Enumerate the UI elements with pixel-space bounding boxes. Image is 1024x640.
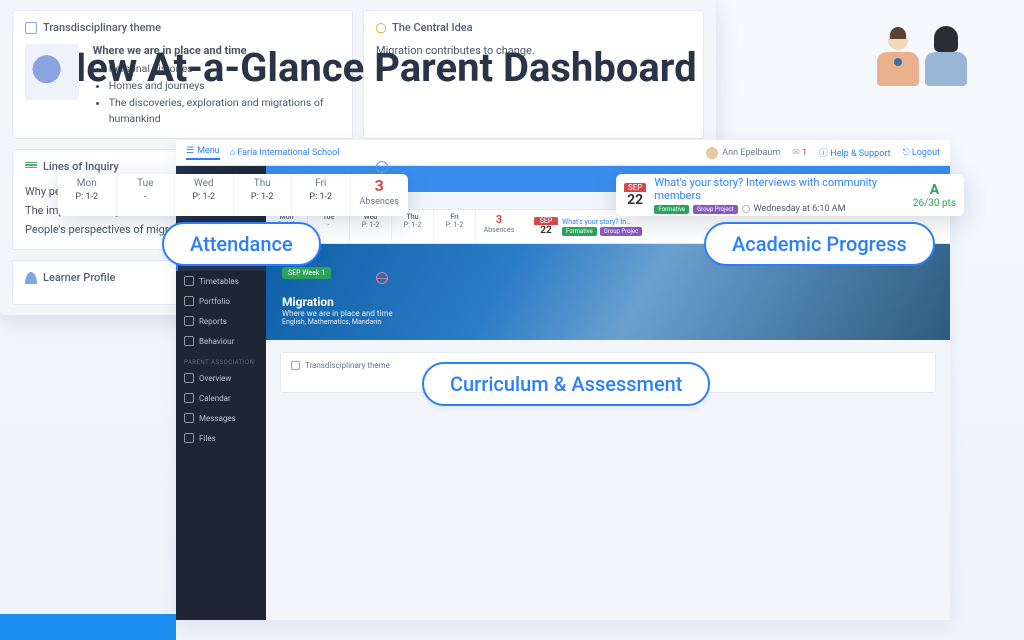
avatar-female-icon [922,30,970,92]
logout-link[interactable]: ⎋ Logout [903,148,940,158]
date-chip-icon: SEP22 [624,183,646,208]
week-badge: SEP Week 1 [282,267,331,279]
overview-icon [184,373,194,383]
assignment-when: Wednesday at 6:10 AM [754,204,846,214]
calendar-icon [184,393,194,403]
att-wed: WedP: 1-2 [175,174,234,216]
avatar-male-icon [874,30,922,92]
att-tue: Tue- [117,174,176,216]
date-chip-icon: SEP22 [534,217,558,236]
folder-icon [184,296,194,306]
sidebar-item-files[interactable]: Files [176,428,266,448]
clock-icon [184,276,194,286]
unit-subjects: English, Mathematics, Mandarin [282,318,934,326]
home-link[interactable]: ⌂ Faria International School [230,147,340,158]
sidebar-item-behaviour[interactable]: Behaviour [176,331,266,351]
user-menu[interactable]: Ann Epelbaum [706,147,780,159]
sidebar-item-calendar[interactable]: Calendar [176,388,266,408]
mail-icon [184,413,194,423]
clock-illustration-icon [25,44,79,100]
pill-academic: Academic Progress [704,222,935,266]
web-icon [376,272,388,284]
tag-group-project: Group Project [693,205,738,214]
sidebar-item-overview[interactable]: Overview [176,368,266,388]
doc-icon [184,316,194,326]
avatar-illustration [874,30,984,100]
page-title: New At-a-Glance Parent Dashboard [58,44,697,91]
pill-attendance: Attendance [162,222,321,266]
strip-day-fri[interactable]: FriP: 1-2 [434,210,476,243]
assignment-grade: A26/30 pts [913,182,956,209]
attendance-callout: MonP: 1-2 Tue- WedP: 1-2 ThuP: 1-2 FriP:… [58,174,408,216]
att-absences: 3Absences [351,174,409,216]
menu-toggle[interactable]: ☰ Menu [186,146,220,160]
user-icon [25,272,37,284]
att-fri: FriP: 1-2 [292,174,351,216]
att-thu: ThuP: 1-2 [234,174,293,216]
tag-formative: Formative [654,205,689,214]
unit-title: Migration [282,295,934,309]
sidebar-section-parent: PARENT ASSOCIATION [176,351,266,368]
star-icon [184,336,194,346]
key-icon [376,161,388,173]
decorative-footer-strip [0,614,176,640]
notifications[interactable]: ✉ 1 [792,148,807,158]
sidebar-item-portfolio[interactable]: Portfolio [176,291,266,311]
tag-group-project: Group Projec [600,227,643,236]
theme-icon [25,22,37,34]
user-avatar-icon [706,147,718,159]
pill-curriculum: Curriculum & Assessment [422,362,710,406]
help-support-link[interactable]: ⓘ Help & Support [819,146,891,159]
topbar: ☰ Menu ⌂ Faria International School Ann … [176,140,950,166]
academic-callout: SEP22 What's your story? Interviews with… [616,174,964,216]
sidebar-item-messages[interactable]: Messages [176,408,266,428]
tag-formative: Formative [562,227,597,236]
sidebar-item-timetables[interactable]: Timetables [176,271,266,291]
strip-event-title: What's your story? In… [562,218,702,226]
unit-subtitle: Where we are in place and time [282,309,934,318]
lines-icon [25,162,37,172]
sidebar-item-reports[interactable]: Reports [176,311,266,331]
strip-absences[interactable]: 3Absences [476,210,522,243]
theme-icon [291,361,300,370]
assignment-title[interactable]: What's your story? Interviews with commu… [654,176,905,202]
lightbulb-icon [376,23,386,33]
att-mon: MonP: 1-2 [58,174,117,216]
clock-icon [742,205,750,213]
file-icon [184,433,194,443]
